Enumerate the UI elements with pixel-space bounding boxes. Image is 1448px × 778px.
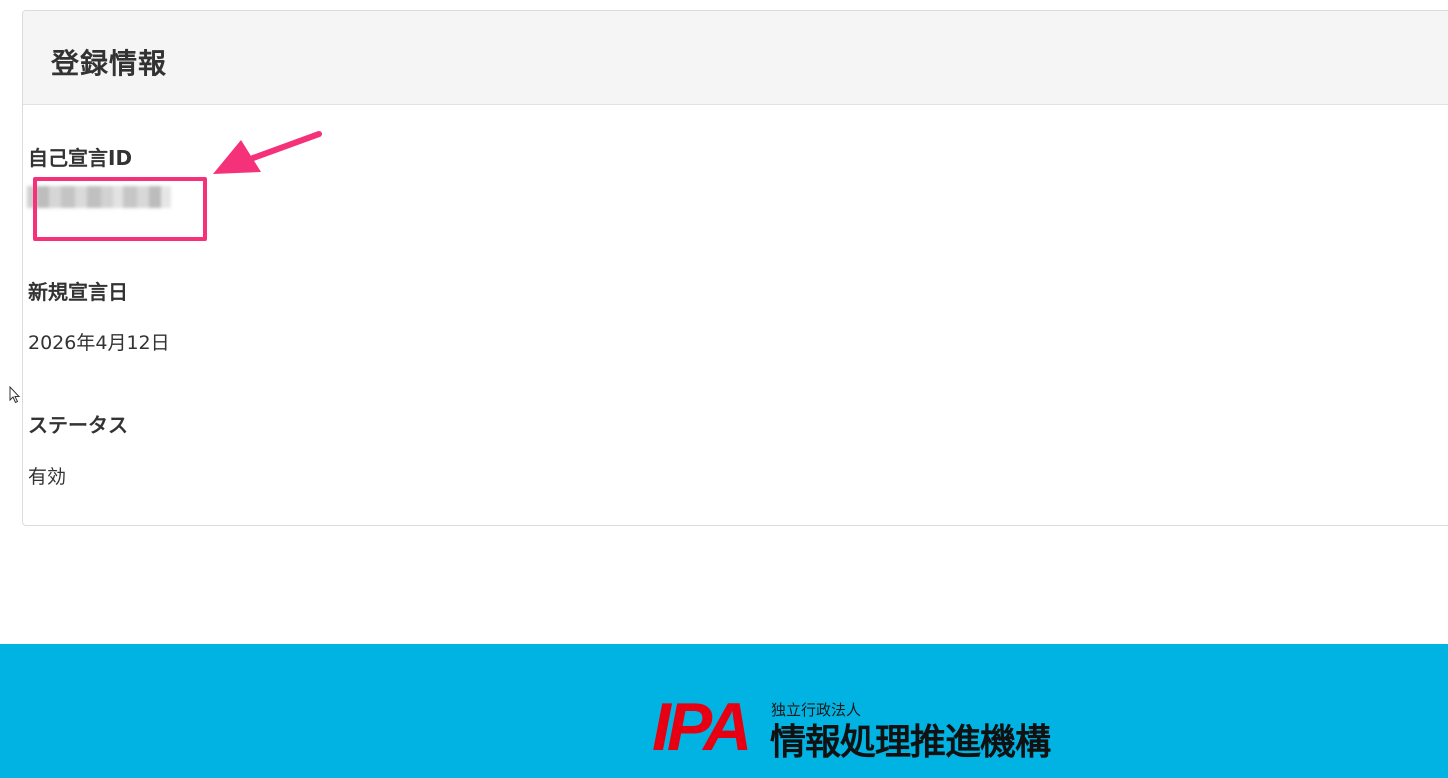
arrow-icon bbox=[213, 131, 322, 174]
card-title: 登録情報 bbox=[51, 47, 168, 80]
card-header: 登録情報 bbox=[23, 11, 1448, 105]
page: 登録情報 自己宣言ID 新規宣言日 2026年4月12日 ステータス 有効 IP… bbox=[0, 0, 1448, 778]
status-label: ステータス bbox=[28, 413, 128, 437]
registration-info-card: 登録情報 bbox=[22, 10, 1448, 526]
svg-text:IPA: IPA bbox=[652, 696, 748, 754]
org-name: 情報処理推進機構 bbox=[770, 722, 1051, 763]
new-declaration-date-label: 新規宣言日 bbox=[28, 280, 128, 304]
highlight-box bbox=[33, 177, 207, 241]
new-declaration-date-value: 2026年4月12日 bbox=[28, 332, 170, 354]
self-declaration-id-label: 自己宣言ID bbox=[28, 146, 133, 170]
mouse-cursor-icon bbox=[9, 386, 21, 404]
ipa-logo: IPA bbox=[652, 696, 752, 754]
status-value: 有効 bbox=[28, 466, 67, 488]
